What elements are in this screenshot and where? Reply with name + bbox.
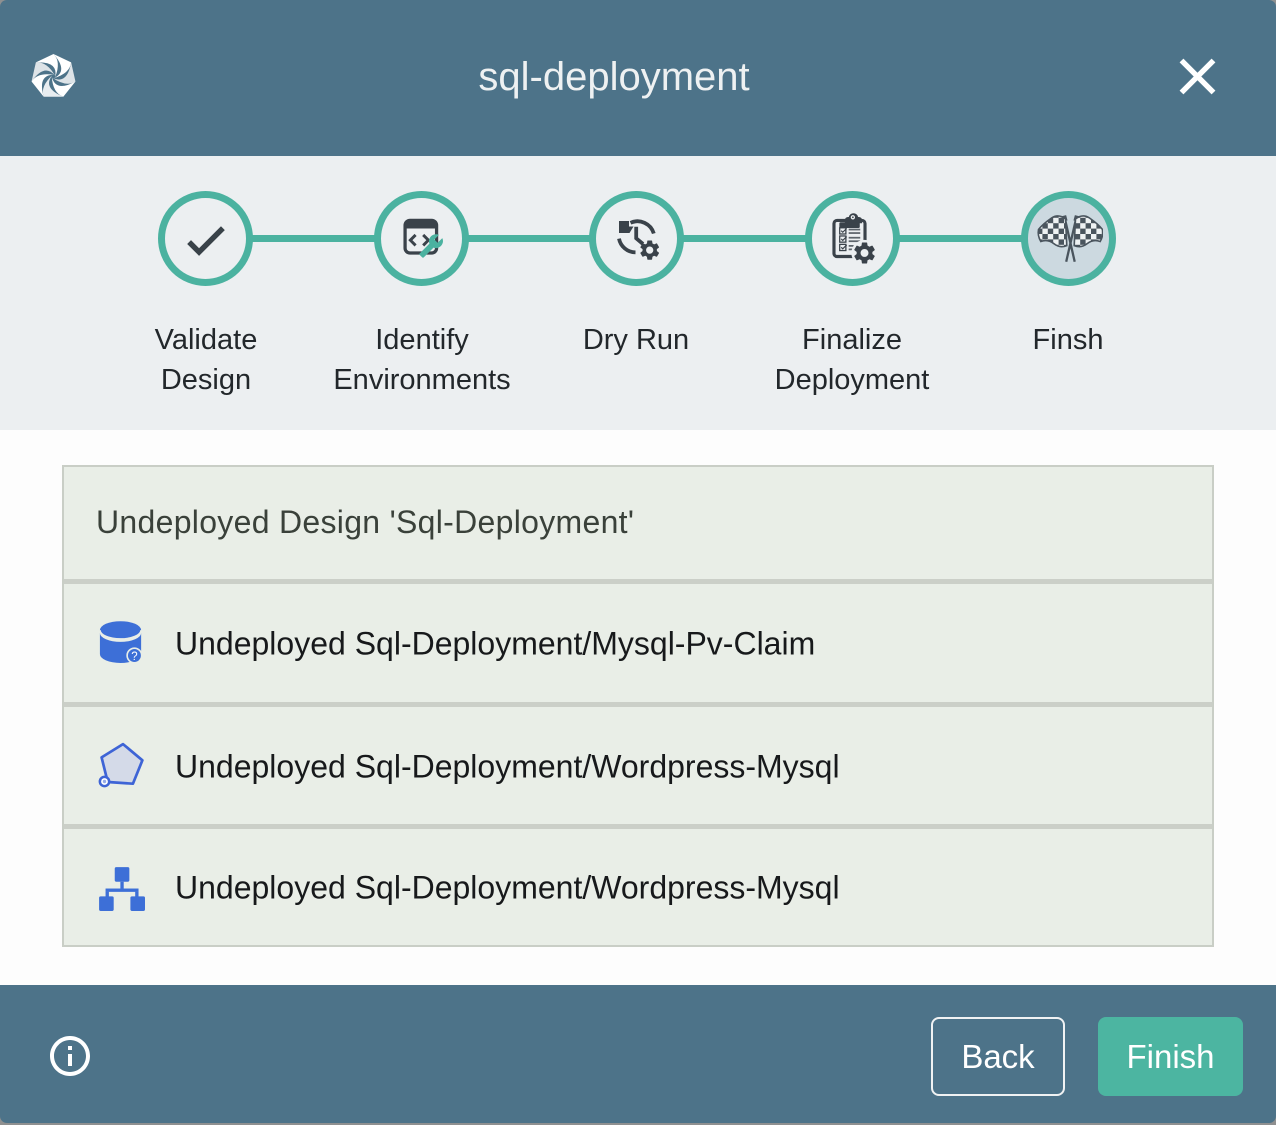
svg-text:?: ? [131, 651, 137, 663]
